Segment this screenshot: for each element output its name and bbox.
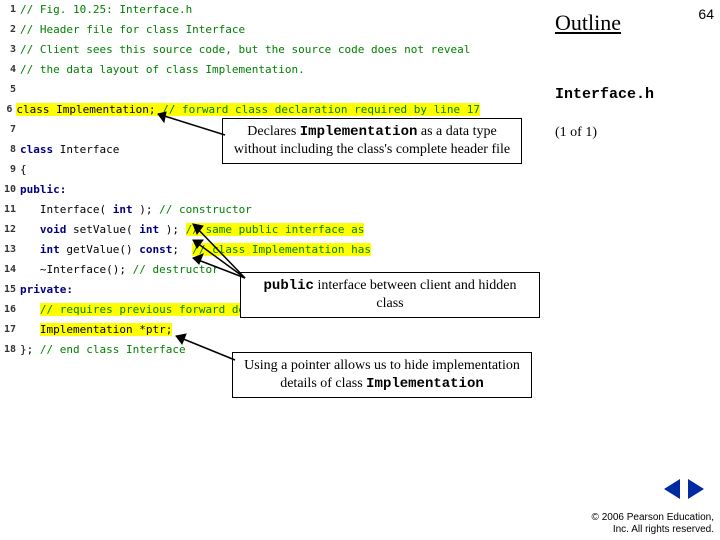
code-text: { [20, 160, 27, 180]
code-text: public: [20, 180, 66, 200]
code-text: private: [20, 280, 73, 300]
line-number: 4 [0, 60, 20, 80]
line-number: 16 [0, 300, 20, 320]
next-button[interactable] [688, 479, 704, 499]
page-number: 64 [698, 6, 714, 22]
code-line: 6class Implementation; // forward class … [0, 100, 480, 120]
copyright-line: Inc. All rights reserved. [592, 524, 714, 536]
code-line: 4// the data layout of class Implementat… [0, 60, 480, 80]
code-line: 10public: [0, 180, 480, 200]
code-line: 3// Client sees this source code, but th… [0, 40, 480, 60]
line-number: 3 [0, 40, 20, 60]
callout-arrow-icon [170, 332, 240, 362]
line-number: 7 [0, 120, 20, 140]
code-text: class Implementation; // forward class d… [16, 100, 480, 120]
code-line: 1// Fig. 10.25: Interface.h [0, 0, 480, 20]
code-text: }; // end class Interface [20, 340, 186, 360]
line-number: 6 [0, 100, 16, 120]
code-text: // Fig. 10.25: Interface.h [20, 0, 192, 20]
line-number: 5 [0, 80, 20, 100]
line-number: 12 [0, 220, 20, 240]
callout-pointer-hiding: Using a pointer allows us to hide implem… [232, 352, 532, 398]
callout-mono: public [264, 278, 314, 294]
line-number: 8 [0, 140, 20, 160]
code-text: // the data layout of class Implementati… [20, 60, 305, 80]
filename-label: Interface.h [555, 86, 654, 103]
code-line: 17 Implementation *ptr; [0, 320, 480, 340]
callout-mono: Implementation [300, 124, 418, 140]
line-number: 14 [0, 260, 20, 280]
code-text: class Interface [20, 140, 119, 160]
copyright: © 2006 Pearson Education, Inc. All right… [592, 512, 714, 536]
page-progress: (1 of 1) [555, 125, 597, 141]
code-line: 11 Interface( int ); // constructor [0, 200, 480, 220]
callout-arrow-icon [185, 218, 255, 288]
line-number: 17 [0, 320, 20, 340]
line-number: 11 [0, 200, 20, 220]
code-text: // Client sees this source code, but the… [20, 40, 470, 60]
callout-text: interface between client and hidden clas… [314, 278, 517, 311]
line-number: 18 [0, 340, 20, 360]
line-number: 2 [0, 20, 20, 40]
code-text: // Header file for class Interface [20, 20, 245, 40]
code-line: 2// Header file for class Interface [0, 20, 480, 40]
line-number: 13 [0, 240, 20, 260]
code-line: 5 [0, 80, 480, 100]
line-number: 15 [0, 280, 20, 300]
callout-arrow-icon [150, 110, 230, 150]
line-number: 1 [0, 0, 20, 20]
callout-forward-declaration: Declares Implementation as a data type w… [222, 118, 522, 164]
line-number: 10 [0, 180, 20, 200]
prev-button[interactable] [664, 479, 680, 499]
callout-mono: Implementation [366, 376, 484, 392]
copyright-line: © 2006 Pearson Education, [592, 512, 714, 524]
callout-text: Declares [247, 124, 299, 139]
nav-controls [662, 479, 706, 504]
line-number: 9 [0, 160, 20, 180]
callout-public-interface: public interface between client and hidd… [240, 272, 540, 318]
outline-heading: Outline [555, 10, 621, 36]
code-text: Interface( int ); // constructor [20, 200, 252, 220]
code-text: Implementation *ptr; [20, 320, 172, 340]
